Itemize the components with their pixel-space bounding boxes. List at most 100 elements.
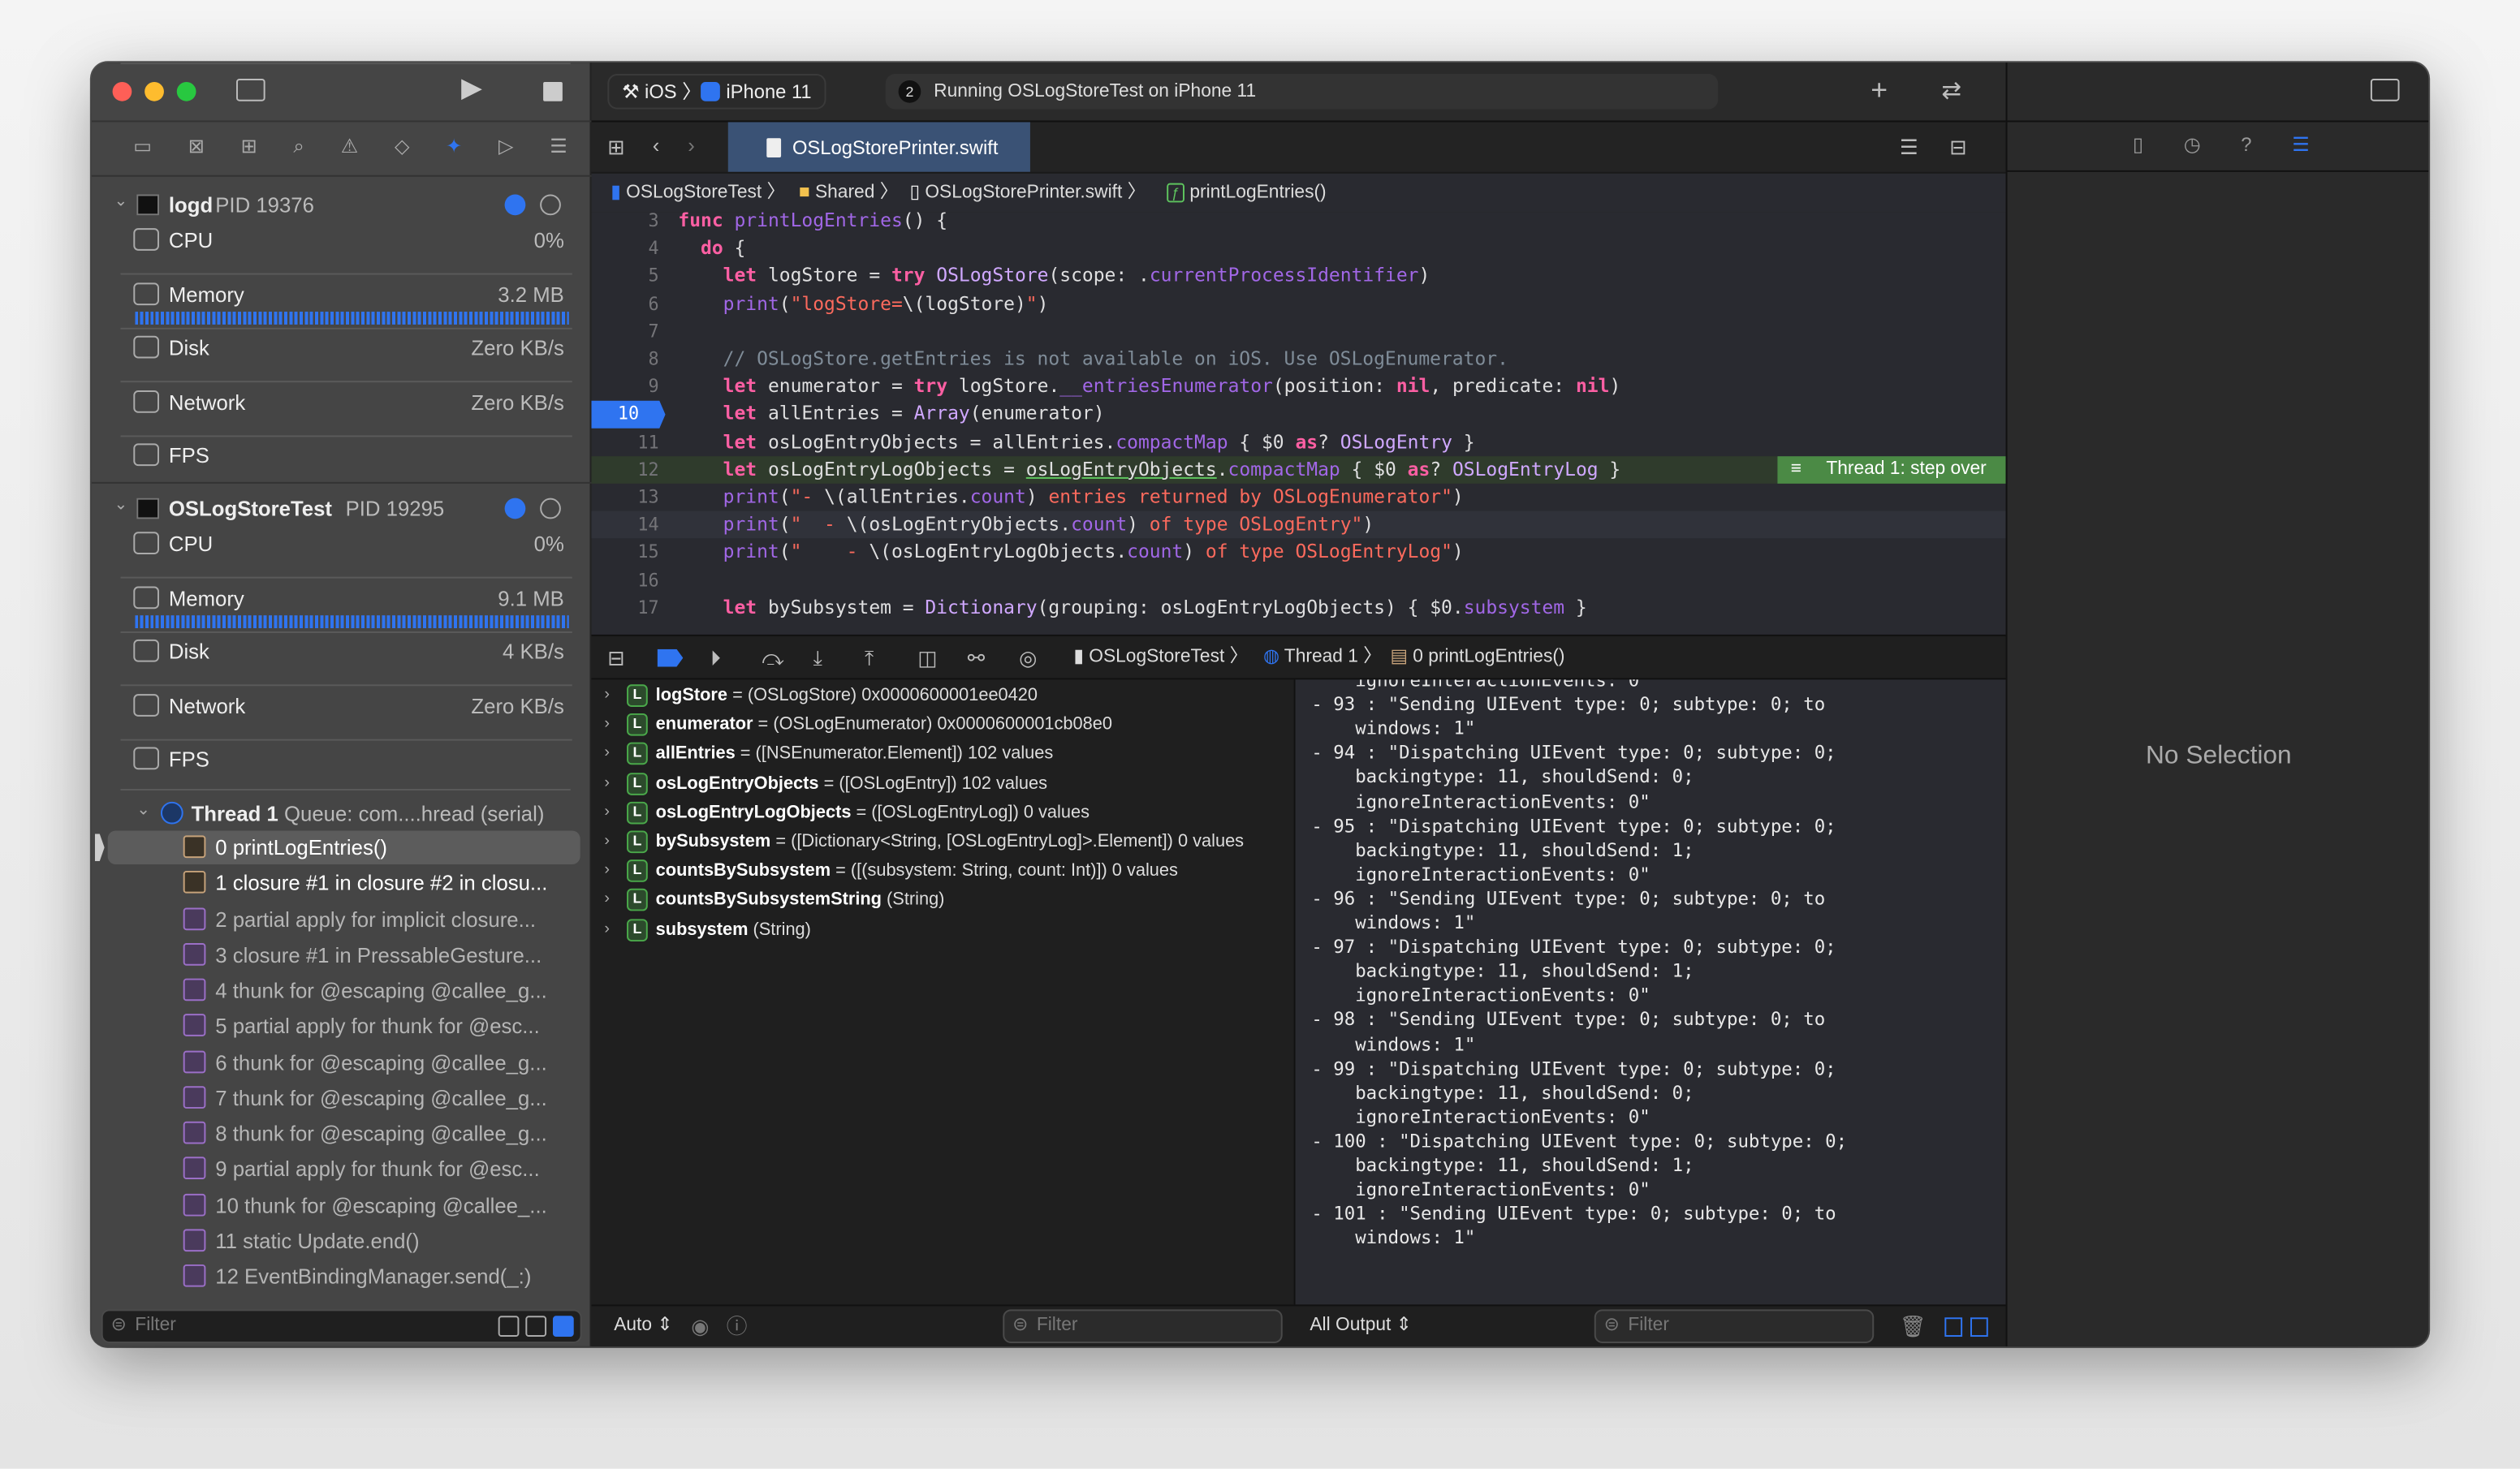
gauges-icon[interactable] — [504, 498, 526, 519]
line-number[interactable]: 16 — [591, 566, 658, 594]
grid-icon[interactable]: ⊞ — [607, 135, 625, 161]
forward-icon[interactable]: › — [688, 133, 695, 157]
line-number[interactable]: 9 — [591, 373, 659, 401]
stop-button[interactable] — [543, 81, 563, 101]
gauge-disk[interactable]: Disk Zero KB/s — [92, 330, 592, 383]
navigator-filter[interactable]: ⊜ Filter — [101, 1309, 582, 1343]
debug-navigator-icon[interactable]: ✦ — [446, 135, 462, 161]
code-line[interactable]: 4 do { — [591, 235, 2005, 262]
code-line[interactable]: 13 print("- \(allEntries.count) entries … — [591, 484, 2005, 511]
variables-filter[interactable]: ⊜ Filter — [1003, 1309, 1283, 1343]
zoom-button[interactable] — [176, 81, 196, 101]
variables-view[interactable]: › LlogStore = (OSLogStore) 0x0000600001ee… — [591, 679, 1294, 1305]
gauge-disk[interactable]: Disk 4 KB/s — [92, 633, 592, 687]
gauges-icon[interactable] — [504, 194, 526, 216]
disclosure-icon[interactable]: ⌄ — [114, 193, 128, 211]
crashed-threads-toggle[interactable] — [498, 1316, 520, 1338]
breadcrumb-group[interactable]: ■ Shared 〉 — [799, 174, 899, 213]
view-hierarchy-toggle[interactable] — [552, 1316, 574, 1338]
symbol-navigator-icon[interactable]: ⊞ — [241, 135, 257, 161]
report-navigator-icon[interactable]: ☰ — [550, 135, 567, 161]
stack-frame[interactable]: 3 closure #1 in PressableGesture... — [108, 938, 580, 972]
stack-frame[interactable]: 7 thunk for @escaping @callee_g... — [108, 1081, 580, 1115]
breakpoint-navigator-icon[interactable]: ▷ — [498, 135, 513, 161]
pause-process-icon[interactable] — [540, 194, 561, 216]
line-number[interactable]: 15 — [591, 539, 658, 566]
test-navigator-icon[interactable]: ◇ — [395, 135, 409, 161]
gauge-memory[interactable]: Memory 9.1 MB — [92, 579, 592, 632]
code-line[interactable]: 14 print(" - \(osLogEntryObjects.count) … — [591, 510, 2006, 539]
variables-scope-selector[interactable]: Auto ⇕ — [614, 1306, 672, 1346]
code-review-icon[interactable]: ⇄ — [1941, 75, 1961, 105]
continue-icon[interactable]: ⏵ — [710, 636, 721, 679]
gauge-cpu[interactable]: CPU 0% — [92, 525, 592, 579]
code-line[interactable]: 10 let allEntries = Array(enumerator) — [591, 400, 2005, 429]
code-line[interactable]: 3 func printLogEntries() { — [591, 212, 2005, 235]
memory-graph-toggle[interactable] — [525, 1316, 547, 1338]
gauge-network[interactable]: Network Zero KB/s — [92, 383, 592, 437]
gauge-cpu[interactable]: CPU 0% — [92, 222, 592, 275]
line-number[interactable]: 8 — [591, 346, 659, 373]
stack-frame[interactable]: 12 EventBindingManager.send(_:) — [108, 1260, 580, 1294]
line-number[interactable]: 12 — [591, 456, 658, 484]
line-number[interactable]: 11 — [591, 429, 658, 456]
code-line[interactable]: 6 print("logStore=\(logStore)") — [591, 291, 2005, 318]
disclosure-icon[interactable]: › — [604, 915, 610, 945]
code-line[interactable]: 5 let logStore = try OSLogStore(scope: .… — [591, 262, 2005, 290]
step-over-icon[interactable]: ⤼ — [762, 636, 784, 679]
line-number[interactable]: 14 — [591, 511, 658, 539]
line-number[interactable]: 17 — [591, 594, 658, 622]
file-inspector-icon[interactable]: ▯ — [2133, 133, 2143, 156]
find-navigator-icon[interactable]: ⌕ — [293, 135, 304, 161]
inspector-toggle-icon[interactable] — [2370, 79, 2400, 101]
info-icon[interactable]: ⓘ — [727, 1306, 748, 1346]
source-editor[interactable]: 3 func printLogEntries() {4 do {5 let log… — [591, 212, 2006, 635]
scheme-selector[interactable]: ⚒ iOS 〉 iPhone 11 — [607, 74, 826, 110]
line-number[interactable]: 4 — [591, 235, 659, 262]
environment-overrides-icon[interactable]: ◎ — [1019, 636, 1037, 679]
stack-frame[interactable]: 4 thunk for @escaping @callee_g... — [108, 974, 580, 1008]
show-console-toggle[interactable] — [1970, 1317, 1988, 1338]
issue-navigator-icon[interactable]: ⚠ — [341, 135, 358, 161]
current-line-marker[interactable]: 10 — [591, 400, 666, 429]
console-view[interactable]: ignoreInteractionEvents: 0" - 93 : "Sendi… — [1293, 679, 2006, 1305]
breakpoints-toggle-icon[interactable] — [657, 648, 684, 667]
code-line[interactable]: 12 let osLogEntryLogObjects = osLogEntry… — [591, 455, 2006, 484]
disclosure-icon[interactable]: ⌄ — [136, 802, 150, 820]
line-number[interactable]: 3 — [591, 212, 659, 235]
minimize-button[interactable] — [145, 81, 164, 101]
stack-frame[interactable]: 9 partial apply for thunk for @esc... — [108, 1152, 580, 1187]
view-debugger-icon[interactable]: ◫ — [917, 636, 937, 679]
breadcrumb-symbol[interactable]: ƒ printLogEntries() — [1167, 174, 1327, 213]
back-icon[interactable]: ‹ — [653, 133, 660, 157]
stack-frame[interactable]: 10 thunk for @escaping @callee_... — [108, 1188, 580, 1222]
step-out-icon[interactable]: ⤒ — [865, 636, 874, 679]
eye-icon[interactable]: ◉ — [691, 1306, 709, 1346]
code-line[interactable]: 11 let osLogEntryObjects = allEntries.co… — [591, 429, 2005, 456]
code-line[interactable]: 15 print(" - \(osLogEntryLogObjects.coun… — [591, 539, 2005, 566]
stack-frame[interactable]: 2 partial apply for implicit closure... — [108, 903, 580, 937]
debug-path-process[interactable]: ▮ OSLogStoreTest 〉 — [1073, 636, 1248, 679]
hide-debug-area-icon[interactable]: ⊟ — [607, 636, 625, 679]
gauge-memory[interactable]: Memory 3.2 MB — [92, 276, 592, 329]
editor-options-icon[interactable]: ☰ — [1900, 135, 1918, 161]
stack-frame[interactable]: 8 thunk for @escaping @callee_g... — [108, 1117, 580, 1151]
gauge-fps[interactable]: FPS — [92, 741, 592, 794]
code-line[interactable]: 9 let enumerator = try logStore.__entrie… — [591, 373, 2005, 401]
breadcrumb-file[interactable]: ▯ OSLogStorePrinter.swift 〉 — [909, 174, 1146, 213]
help-inspector-icon[interactable]: ? — [2241, 133, 2251, 156]
code-line[interactable]: 16 — [591, 566, 2005, 594]
console-output-selector[interactable]: All Output ⇕ — [1310, 1306, 1411, 1346]
debug-path-thread[interactable]: ◍ Thread 1 〉 — [1263, 636, 1382, 679]
stack-frame[interactable]: 6 thunk for @escaping @callee_g... — [108, 1045, 580, 1079]
split-editor-icon[interactable]: ⊟ — [1949, 135, 1967, 161]
disclosure-icon[interactable]: › — [604, 710, 610, 739]
step-into-icon[interactable]: ⤓ — [813, 636, 822, 679]
disclosure-icon[interactable]: › — [604, 739, 610, 769]
memory-graph-icon[interactable]: ⚯ — [968, 636, 986, 679]
pause-process-icon[interactable] — [540, 498, 561, 519]
gauge-network[interactable]: Network Zero KB/s — [92, 687, 592, 740]
activity-count[interactable]: 2 — [898, 80, 921, 103]
line-number[interactable]: 6 — [591, 291, 659, 318]
stack-frame[interactable]: 0 printLogEntries() — [107, 830, 580, 865]
